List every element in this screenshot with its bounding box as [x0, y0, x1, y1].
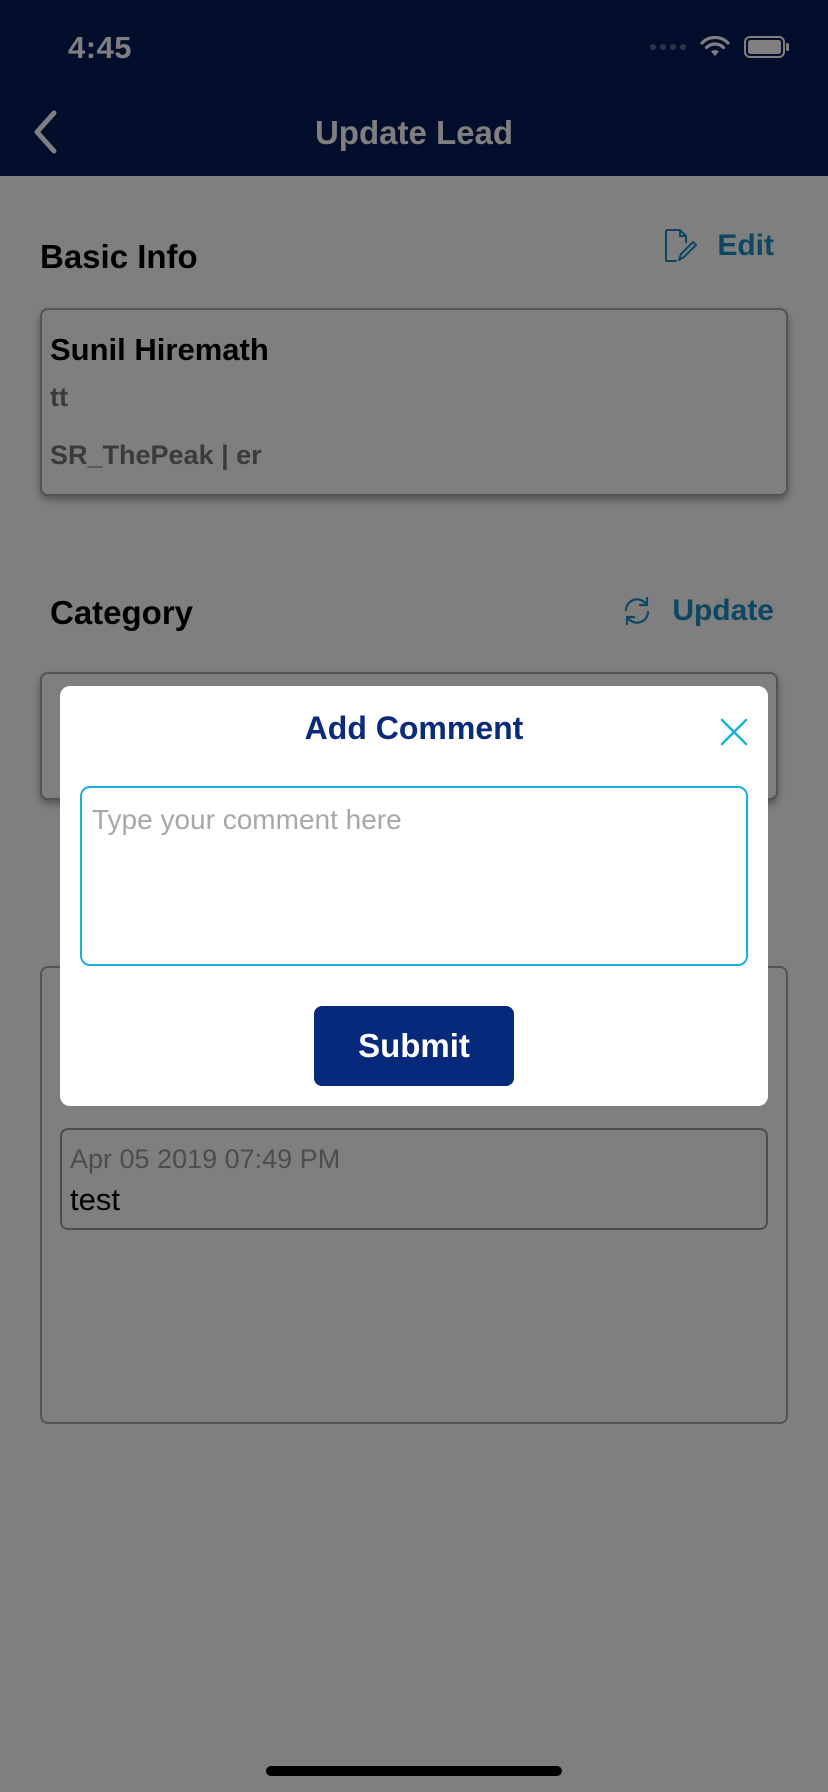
home-indicator[interactable] [266, 1766, 562, 1776]
comment-input[interactable] [80, 786, 748, 966]
close-icon [720, 718, 748, 746]
dialog-title: Add Comment [304, 710, 524, 746]
add-comment-dialog: Add Comment Submit [60, 686, 768, 1106]
submit-button[interactable]: Submit [314, 1006, 514, 1086]
close-button[interactable] [720, 718, 748, 746]
